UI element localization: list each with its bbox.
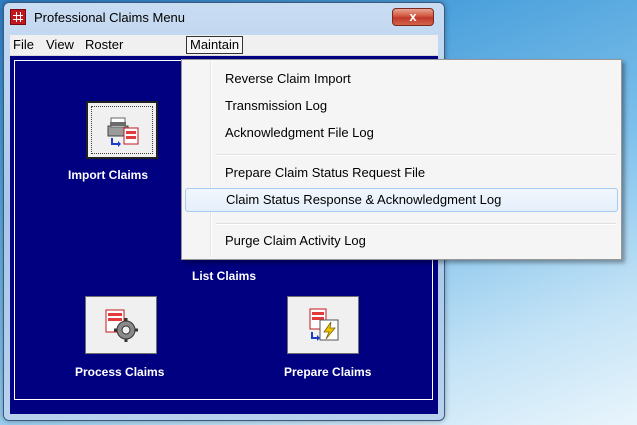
app-grid-icon[interactable]: [10, 9, 26, 25]
menu-file[interactable]: File: [10, 37, 37, 53]
menu-view[interactable]: View: [43, 37, 77, 53]
menu-item-purge-claim-activity-log[interactable]: Purge Claim Activity Log: [185, 229, 618, 253]
maintain-dropdown-menu: Reverse Claim Import Transmission Log Ac…: [181, 59, 622, 260]
document-lightning-icon: [309, 308, 339, 341]
printer-import-icon: [107, 117, 139, 147]
process-claims-label: Process Claims: [75, 365, 165, 379]
menu-roster[interactable]: Roster: [82, 37, 126, 53]
menu-item-reverse-claim-import[interactable]: Reverse Claim Import: [185, 67, 618, 91]
process-claims-button[interactable]: [85, 296, 157, 354]
menu-item-acknowledgment-file-log[interactable]: Acknowledgment File Log: [185, 121, 618, 145]
menu-item-claim-status-response-log[interactable]: Claim Status Response & Acknowledgment L…: [185, 188, 618, 212]
prepare-claims-button[interactable]: [287, 296, 359, 354]
title-bar[interactable]: Professional Claims Menu x: [4, 3, 444, 33]
close-button[interactable]: x: [392, 8, 434, 26]
menu-maintain[interactable]: Maintain: [186, 36, 244, 54]
menu-bar: File View Roster Maintain: [10, 35, 438, 56]
prepare-claims-label: Prepare Claims: [284, 365, 372, 379]
window-title: Professional Claims Menu: [34, 10, 186, 25]
import-claims-button[interactable]: [86, 101, 158, 159]
menu-item-transmission-log[interactable]: Transmission Log: [185, 94, 618, 118]
menu-item-prepare-claim-status-request[interactable]: Prepare Claim Status Request File: [185, 161, 618, 185]
import-claims-label: Import Claims: [68, 168, 149, 182]
gear-document-icon: [105, 309, 138, 342]
list-claims-label: List Claims: [192, 269, 257, 283]
menu-separator: [216, 154, 616, 156]
menu-separator: [216, 223, 616, 225]
